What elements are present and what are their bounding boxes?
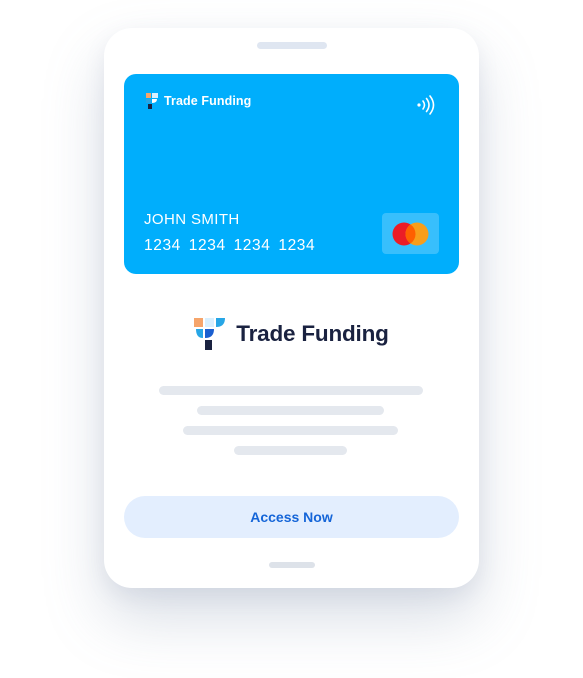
card-network-badge — [382, 213, 439, 254]
card-brand: Trade Funding — [146, 93, 251, 109]
mastercard-logo-icon — [392, 222, 429, 246]
text-placeholder-line — [234, 446, 347, 455]
home-indicator[interactable] — [269, 562, 315, 568]
card-holder-name: JOHN SMITH — [144, 211, 240, 228]
access-now-button[interactable]: Access Now — [124, 496, 459, 538]
text-placeholder-line — [183, 426, 398, 435]
card-number: 1234 1234 1234 1234 — [144, 237, 316, 254]
brand-name: Trade Funding — [236, 321, 389, 346]
contactless-icon — [417, 95, 435, 115]
brand-logo: Trade Funding — [104, 318, 479, 350]
payment-card[interactable]: Trade Funding JOHN SMITH 1234 1234 1234 … — [124, 74, 459, 274]
text-placeholder-line — [159, 386, 423, 395]
text-placeholder-line — [197, 406, 384, 415]
card-brand-name: Trade Funding — [164, 94, 252, 108]
trade-funding-logo-icon — [146, 93, 158, 109]
trade-funding-logo-icon — [194, 318, 226, 350]
phone-frame: Trade Funding JOHN SMITH 1234 1234 1234 … — [104, 28, 479, 588]
phone-speaker-notch — [257, 42, 327, 49]
